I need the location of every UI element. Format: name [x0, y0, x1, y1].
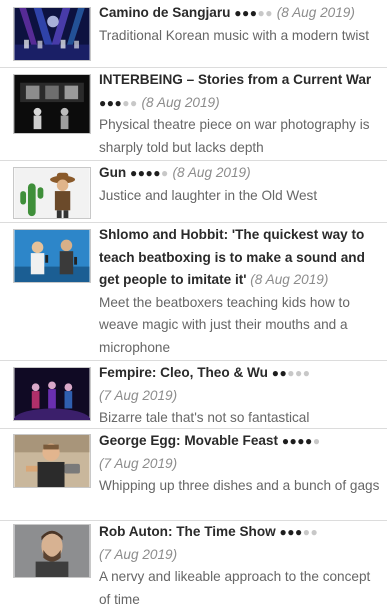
concert-stage-image — [14, 8, 90, 60]
review-date: (8 Aug 2019) — [172, 165, 251, 180]
review-description: Meet the beatboxers teaching kids how to… — [99, 294, 350, 355]
rating-dot-off: ● — [160, 166, 169, 180]
rating-dot-on: ●●● — [279, 525, 303, 539]
list-item[interactable]: Rob Auton: The Time Show ●●●●● (7 Aug 20… — [0, 521, 387, 607]
thumbnail-image[interactable] — [13, 434, 91, 488]
beatboxers-image — [14, 230, 90, 282]
rating-dot-off: ●●● — [287, 366, 311, 380]
rating-dot-off: ●● — [257, 6, 273, 20]
cowboy-cactus-image — [14, 168, 90, 218]
theatre-dark-image — [14, 75, 90, 133]
chef-portrait-image — [14, 435, 90, 487]
star-rating: ●●●●● — [280, 525, 319, 539]
review-description: Bizarre tale that's not so fantastical — [99, 410, 310, 426]
review-title[interactable]: Gun — [99, 165, 126, 180]
review-date: (8 Aug 2019) — [141, 94, 220, 110]
thumbnail-image[interactable] — [13, 167, 91, 219]
rating-dot-on: ●●●● — [129, 166, 161, 180]
review-date: (7 Aug 2019) — [99, 455, 178, 471]
list-item[interactable]: INTERBEING – Stories from a Current War … — [0, 68, 387, 161]
thumbnail-image[interactable] — [13, 367, 91, 421]
thumbnail-image[interactable] — [13, 7, 91, 61]
rating-dot-on: ●●● — [234, 6, 258, 20]
review-description: Physical theatre piece on war photograph… — [99, 117, 370, 155]
review-date: (8 Aug 2019) — [276, 5, 355, 20]
list-item[interactable]: Shlomo and Hobbit: 'The quickest way to … — [0, 223, 387, 361]
list-item[interactable]: Camino de Sangjaru ●●●●● (8 Aug 2019) Tr… — [0, 0, 387, 68]
thumbnail-image[interactable] — [13, 74, 91, 134]
review-description: Justice and laughter in the Old West — [99, 187, 318, 203]
star-rating: ●●●●● — [130, 166, 169, 180]
list-item[interactable]: Gun ●●●●● (8 Aug 2019) Justice and laugh… — [0, 161, 387, 223]
review-title[interactable]: Fempire: Cleo, Theo & Wu — [99, 365, 268, 380]
rating-dot-off: ●● — [302, 525, 319, 539]
rating-dot-on: ●● — [271, 366, 288, 380]
star-rating: ●●●●● — [282, 434, 321, 448]
three-performers-image — [14, 368, 90, 420]
rating-dot-on: ●●● — [99, 95, 123, 110]
review-description: A nervy and likeable approach to the con… — [99, 569, 371, 607]
man-portrait-image — [14, 525, 90, 577]
rating-dot-off: ● — [312, 434, 321, 448]
review-date: (8 Aug 2019) — [250, 272, 329, 288]
star-rating: ●●●●● — [234, 6, 273, 20]
rating-dot-off: ●● — [122, 95, 138, 110]
review-description: Whipping up three dishes and a bunch of … — [99, 478, 380, 494]
list-item[interactable]: Fempire: Cleo, Theo & Wu ●●●●● (7 Aug 20… — [0, 361, 387, 429]
thumbnail-image[interactable] — [13, 229, 91, 283]
review-title[interactable]: Camino de Sangjaru — [99, 5, 230, 20]
review-date: (7 Aug 2019) — [99, 387, 178, 403]
review-date: (7 Aug 2019) — [99, 546, 178, 562]
list-item[interactable]: George Egg: Movable Feast ●●●●● (7 Aug 2… — [0, 429, 387, 521]
rating-dot-on: ●●●● — [281, 434, 313, 448]
review-title[interactable]: George Egg: Movable Feast — [99, 433, 278, 448]
review-description: Traditional Korean music with a modern t… — [99, 27, 369, 43]
star-rating: ●●●●● — [99, 96, 138, 110]
review-title[interactable]: INTERBEING – Stories from a Current War — [99, 72, 371, 87]
star-rating: ●●●●● — [272, 366, 311, 380]
review-title[interactable]: Rob Auton: The Time Show — [99, 524, 276, 539]
thumbnail-image[interactable] — [13, 524, 91, 578]
